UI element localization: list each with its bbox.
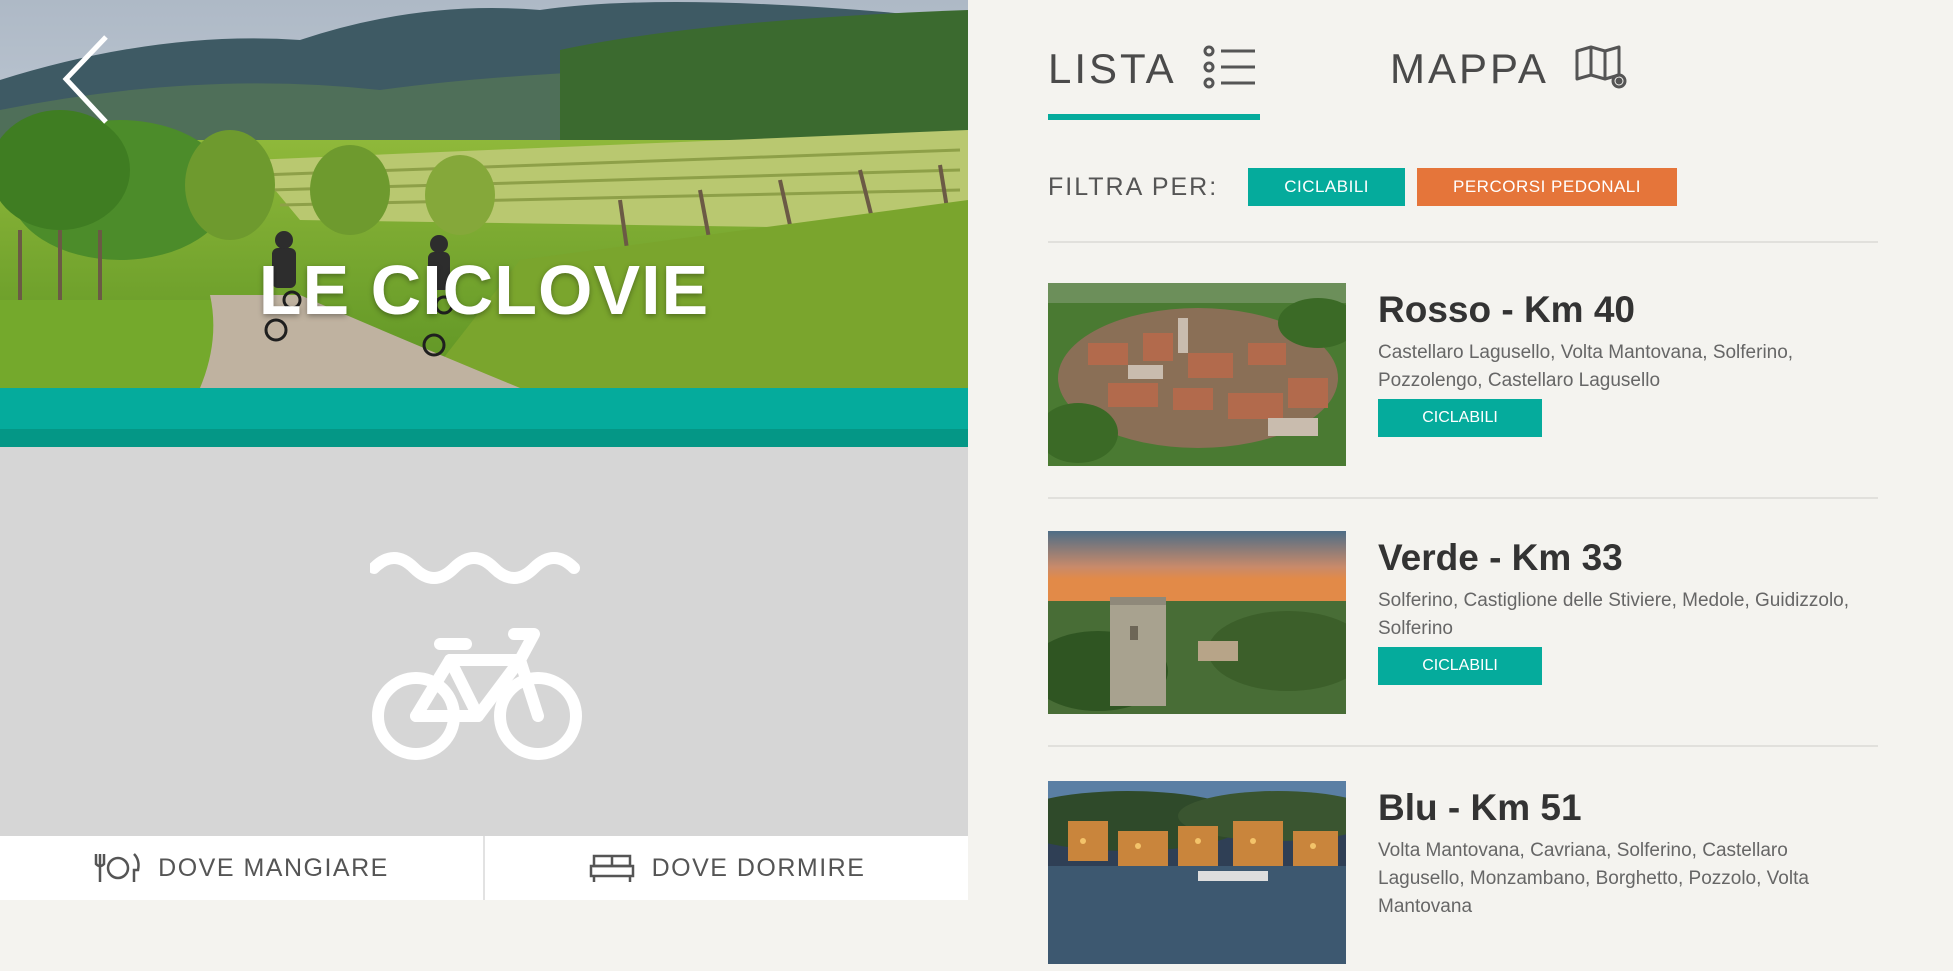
where-to-sleep-button[interactable]: DOVE DORMIRE bbox=[483, 836, 968, 900]
back-button[interactable] bbox=[56, 32, 126, 127]
map-icon bbox=[1575, 45, 1627, 89]
cutlery-icon bbox=[94, 853, 140, 882]
bed-icon bbox=[589, 854, 634, 882]
chevron-left-icon bbox=[62, 35, 108, 124]
tab-map-label: MAPPA bbox=[1390, 45, 1549, 92]
active-tab-indicator bbox=[1048, 114, 1260, 120]
divider bbox=[1048, 497, 1878, 499]
route-description: Volta Mantovana, Cavriana, Solferino, Ca… bbox=[1378, 840, 1809, 917]
route-title: Blu - Km 51 bbox=[1378, 787, 1582, 828]
tab-list-label: LISTA bbox=[1048, 45, 1177, 92]
filter-chip-walking-routes[interactable]: PERCORSI PEDONALI bbox=[1417, 168, 1677, 206]
right-panel: LISTA MAPPA FILTRA PER: CICLABILI PERCOR… bbox=[968, 0, 1953, 964]
divider bbox=[1048, 241, 1878, 243]
tab-map[interactable]: MAPPA bbox=[1390, 45, 1629, 125]
tab-list[interactable]: LISTA bbox=[1048, 45, 1257, 125]
left-panel: LE CICLOVIE DOVE MANGIARE DOVE DORMIRE bbox=[0, 0, 968, 900]
filter-label: FILTRA PER: bbox=[1048, 172, 1219, 201]
route-item-verde[interactable]: Verde - Km 33 Solferino, Castiglione del… bbox=[1048, 531, 1878, 721]
hero-image: LE CICLOVIE bbox=[0, 0, 968, 388]
list-icon bbox=[1203, 45, 1255, 89]
filter-bar: FILTRA PER: CICLABILI PERCORSI PEDONALI bbox=[1048, 168, 1677, 206]
village-photo bbox=[1048, 283, 1346, 466]
route-title: Verde - Km 33 bbox=[1378, 537, 1623, 578]
route-title: Rosso - Km 40 bbox=[1378, 289, 1636, 330]
route-badge[interactable]: CICLABILI bbox=[1378, 647, 1542, 685]
route-item-rosso[interactable]: Rosso - Km 40 Castellaro Lagusello, Volt… bbox=[1048, 283, 1878, 473]
bottom-navigation: DOVE MANGIARE DOVE DORMIRE bbox=[0, 836, 968, 900]
route-thumbnail bbox=[1048, 283, 1346, 466]
route-item-blu[interactable]: Blu - Km 51 Volta Mantovana, Cavriana, S… bbox=[1048, 781, 1878, 971]
tower-sunset-photo bbox=[1048, 531, 1346, 714]
route-badge[interactable]: CICLABILI bbox=[1378, 399, 1542, 437]
filter-chip-cycle-paths[interactable]: CICLABILI bbox=[1248, 168, 1405, 206]
page-title: LE CICLOVIE bbox=[258, 251, 710, 329]
route-thumbnail bbox=[1048, 531, 1346, 714]
where-to-sleep-label: DOVE DORMIRE bbox=[651, 853, 866, 882]
route-description: Solferino, Castiglione delle Stiviere, M… bbox=[1378, 590, 1850, 639]
borghetto-night-photo bbox=[1048, 781, 1346, 964]
divider bbox=[1048, 745, 1878, 747]
route-description: Castellaro Lagusello, Volta Mantovana, S… bbox=[1378, 342, 1794, 391]
where-to-eat-button[interactable]: DOVE MANGIARE bbox=[0, 836, 483, 900]
where-to-eat-label: DOVE MANGIARE bbox=[158, 853, 389, 882]
route-thumbnail bbox=[1048, 781, 1346, 964]
accent-band bbox=[0, 388, 968, 447]
cycling-category-icon bbox=[368, 548, 586, 768]
